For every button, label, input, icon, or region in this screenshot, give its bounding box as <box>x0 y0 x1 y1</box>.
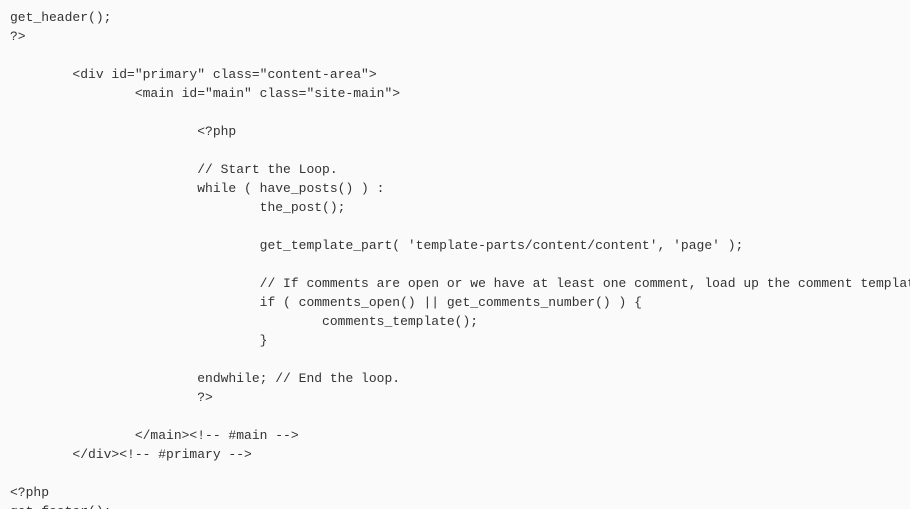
code-block: get_header(); ?> <div id="primary" class… <box>0 0 910 509</box>
